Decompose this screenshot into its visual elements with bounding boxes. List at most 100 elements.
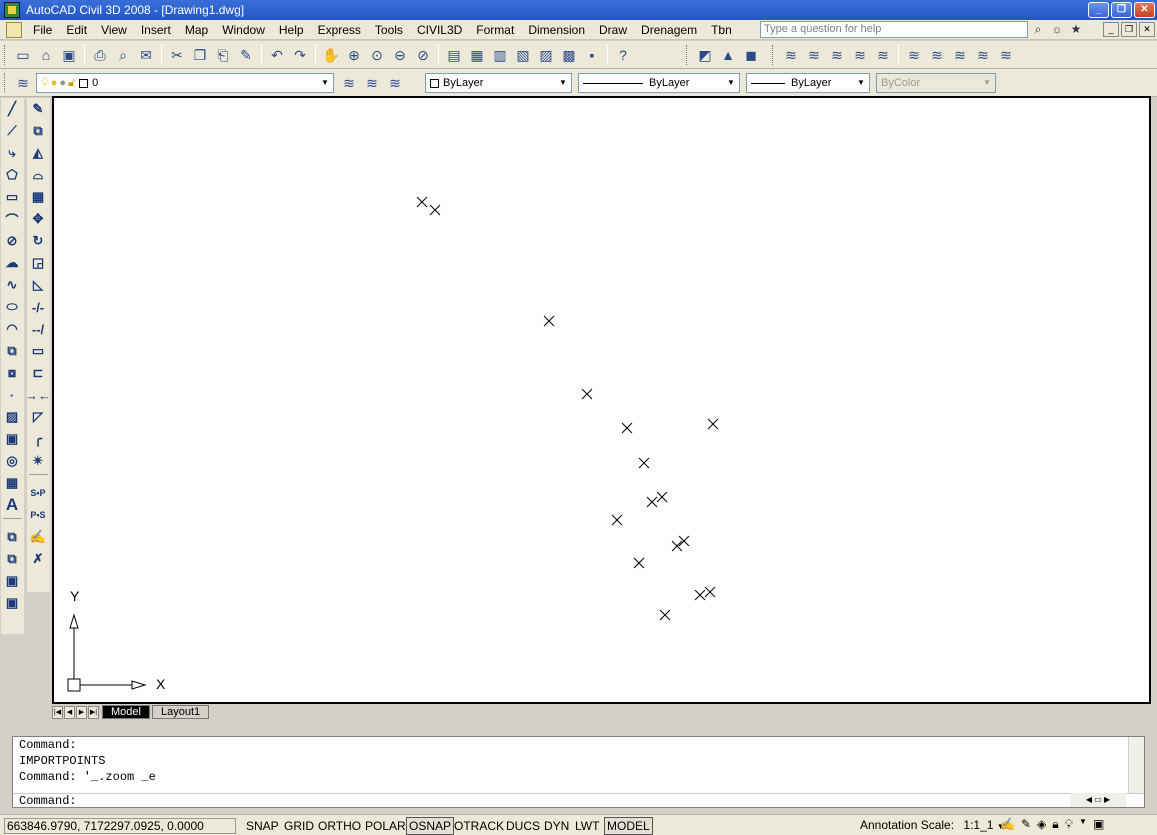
- spline-icon[interactable]: ∿: [1, 274, 23, 296]
- erase-icon[interactable]: ✎: [27, 98, 49, 120]
- draw-order-back-icon[interactable]: ⧉: [1, 548, 23, 570]
- materials-icon[interactable]: ◼: [740, 44, 762, 66]
- menu-file[interactable]: File: [26, 21, 59, 39]
- construction-line-icon[interactable]: ⟋: [1, 120, 23, 142]
- break-at-point-icon[interactable]: ▭: [27, 340, 49, 362]
- tool-palettes-icon[interactable]: ▥: [489, 44, 511, 66]
- gradient-icon[interactable]: ▣: [1, 428, 23, 450]
- custom-tool-2-icon[interactable]: ✗: [27, 548, 49, 570]
- zoom-previous-icon[interactable]: ⊖: [389, 44, 411, 66]
- zoom-window-icon[interactable]: ⊙: [366, 44, 388, 66]
- cut-icon[interactable]: ✂: [166, 44, 188, 66]
- lights-icon[interactable]: ▲: [717, 44, 739, 66]
- annotation-scale-value[interactable]: 1:1_1: [963, 818, 993, 832]
- workspace-icon[interactable]: ◈: [1037, 817, 1046, 832]
- join-icon[interactable]: →←: [25, 384, 51, 406]
- p-to-s-icon[interactable]: P•S: [27, 504, 49, 526]
- insert-block-icon[interactable]: ⧉: [1, 340, 23, 362]
- layer-tool-7-icon[interactable]: ≋: [926, 44, 948, 66]
- color-combo[interactable]: ByLayer ▼: [425, 73, 572, 93]
- markup-icon[interactable]: ▨: [535, 44, 557, 66]
- chevron-down-icon[interactable]: ▼: [557, 76, 569, 90]
- zoom-3d-icon[interactable]: ⊘: [412, 44, 434, 66]
- menu-format[interactable]: Format: [469, 21, 521, 39]
- toolbar-lock-icon[interactable]: 🔒︎: [1052, 817, 1058, 832]
- zoom-realtime-icon[interactable]: ⊕: [343, 44, 365, 66]
- toolbar-grip[interactable]: [4, 45, 8, 65]
- properties-icon[interactable]: ▤: [443, 44, 465, 66]
- menu-insert[interactable]: Insert: [134, 21, 178, 39]
- layer-tool-3-icon[interactable]: ≋: [826, 44, 848, 66]
- auto-scale-icon[interactable]: ✎: [1021, 817, 1031, 832]
- rectangle-icon[interactable]: ▭: [1, 186, 23, 208]
- doc-minimize-button[interactable]: _: [1103, 22, 1119, 37]
- chamfer-icon[interactable]: ◸: [27, 406, 49, 428]
- move-icon[interactable]: ✥: [27, 208, 49, 230]
- toolbar-grip[interactable]: [4, 73, 8, 93]
- lineweight-combo[interactable]: ByLayer ▼: [746, 73, 870, 93]
- menu-express[interactable]: Express: [311, 21, 368, 39]
- layer-tool-5-icon[interactable]: ≋: [872, 44, 894, 66]
- chevron-down-icon[interactable]: ▼: [855, 76, 867, 90]
- fillet-icon[interactable]: ╭: [27, 428, 49, 450]
- s-to-p-icon[interactable]: S•P: [27, 482, 49, 504]
- favorites-star-icon[interactable]: ★: [1068, 21, 1084, 37]
- make-layer-current-icon[interactable]: ≋: [338, 72, 360, 94]
- status-menu-chevron-icon[interactable]: ▼: [1079, 817, 1087, 832]
- polygon-icon[interactable]: ⬠: [1, 164, 23, 186]
- extend-icon[interactable]: --/: [27, 318, 49, 340]
- dbconnect-icon[interactable]: ▩: [558, 44, 580, 66]
- undo-icon[interactable]: ↶: [266, 44, 288, 66]
- draw-order-front-icon[interactable]: ⧉: [1, 526, 23, 548]
- model-space-canvas[interactable]: Y X: [52, 96, 1151, 704]
- arc-icon[interactable]: ⌒: [1, 208, 23, 230]
- draw-order-above-icon[interactable]: ▣: [1, 570, 23, 592]
- polyline-icon[interactable]: ⤷: [1, 142, 23, 164]
- mirror-icon[interactable]: ◭: [27, 142, 49, 164]
- layer-tool-4-icon[interactable]: ≋: [849, 44, 871, 66]
- make-block-icon[interactable]: ⧇: [1, 362, 23, 384]
- grid-toggle[interactable]: GRID: [281, 817, 317, 835]
- tab-last-icon[interactable]: ▶|: [88, 705, 99, 719]
- doc-restore-button[interactable]: ❐: [1121, 22, 1137, 37]
- calculator-icon[interactable]: ▪: [581, 44, 603, 66]
- layer-tool-6-icon[interactable]: ≋: [903, 44, 925, 66]
- minimize-button[interactable]: _: [1088, 2, 1109, 18]
- tab-first-icon[interactable]: |◀: [52, 705, 63, 719]
- menu-dimension[interactable]: Dimension: [521, 21, 592, 39]
- save-icon[interactable]: ▣: [58, 44, 80, 66]
- chevron-down-icon[interactable]: ▼: [319, 76, 331, 90]
- ortho-toggle[interactable]: ORTHO: [315, 817, 364, 835]
- lwt-toggle[interactable]: LWT: [572, 817, 602, 835]
- menu-draw[interactable]: Draw: [592, 21, 634, 39]
- match-properties-icon[interactable]: ✎: [235, 44, 257, 66]
- status-lightbulb-icon[interactable]: 💡︎: [1065, 817, 1073, 832]
- layer-properties-icon[interactable]: ≋: [12, 72, 34, 94]
- command-horizontal-scrollbar[interactable]: ◀ ▭ ▶: [1070, 793, 1126, 807]
- menu-tbn[interactable]: Tbn: [704, 21, 739, 39]
- menu-civil3d[interactable]: CIVIL3D: [410, 21, 469, 39]
- menu-edit[interactable]: Edit: [59, 21, 94, 39]
- close-button[interactable]: ✕: [1134, 2, 1155, 18]
- search-icon[interactable]: ⌕: [1030, 21, 1046, 37]
- menu-map[interactable]: Map: [178, 21, 215, 39]
- pan-icon[interactable]: ✋: [320, 44, 342, 66]
- command-input[interactable]: Command:: [13, 793, 1144, 808]
- layer-tool-10-icon[interactable]: ≋: [995, 44, 1017, 66]
- sheet-set-icon[interactable]: ▧: [512, 44, 534, 66]
- redo-icon[interactable]: ↷: [289, 44, 311, 66]
- dyn-toggle[interactable]: DYN: [541, 817, 572, 835]
- menu-tools[interactable]: Tools: [368, 21, 410, 39]
- ellipse-icon[interactable]: ⬭: [1, 296, 23, 318]
- tab-next-icon[interactable]: ▶: [76, 705, 87, 719]
- revision-cloud-icon[interactable]: ☁: [1, 252, 23, 274]
- toolbar-grip[interactable]: [686, 45, 690, 65]
- array-icon[interactable]: ▦: [27, 186, 49, 208]
- menu-help[interactable]: Help: [272, 21, 311, 39]
- toolbar-grip[interactable]: [772, 45, 776, 65]
- command-scrollbar[interactable]: [1128, 737, 1144, 793]
- menu-drenagem[interactable]: Drenagem: [634, 21, 704, 39]
- otrack-toggle[interactable]: OTRACK: [451, 817, 507, 835]
- menu-window[interactable]: Window: [215, 21, 272, 39]
- layer-tool-9-icon[interactable]: ≋: [972, 44, 994, 66]
